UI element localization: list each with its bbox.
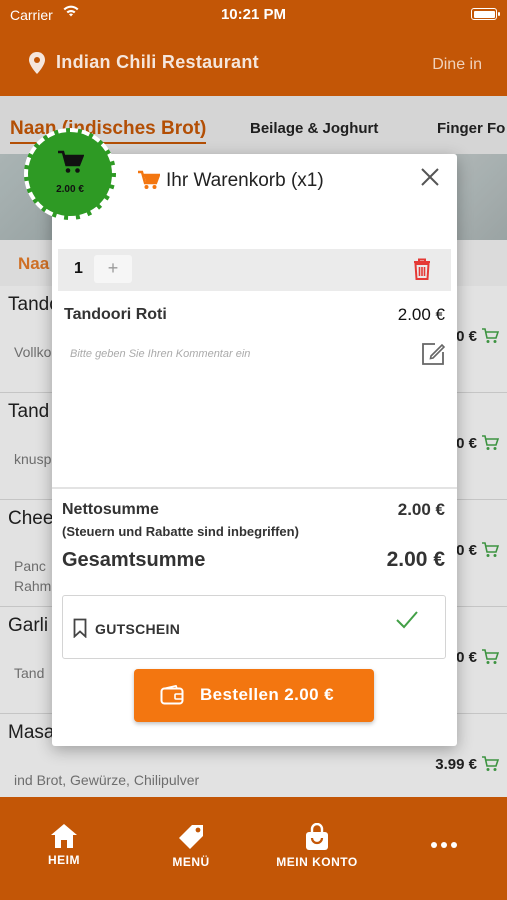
close-icon[interactable] (419, 166, 441, 188)
cart-icon (138, 170, 160, 189)
cart-item-quantity-row: 1 + (58, 249, 451, 291)
item-quantity: 1 (74, 260, 83, 277)
wallet-icon (160, 685, 184, 705)
edit-icon[interactable] (421, 342, 445, 366)
divider (52, 487, 457, 489)
nav-home[interactable]: HEIM (40, 823, 88, 867)
location-pin-icon (29, 52, 45, 74)
voucher-field[interactable]: GUTSCHEIN (62, 595, 446, 659)
dine-mode-toggle[interactable]: Dine in (432, 56, 482, 74)
app-header: Carrier 10:21 PM Indian Chili Restaurant… (0, 0, 507, 96)
nav-account[interactable]: MEIN KONTO (268, 823, 366, 869)
check-icon[interactable] (395, 610, 419, 630)
bookmark-icon (73, 618, 87, 638)
net-total-label: Nettosumme (62, 501, 159, 518)
net-total-value: 2.00 € (397, 500, 445, 519)
shopping-bag-icon (306, 823, 328, 850)
home-icon (51, 824, 77, 848)
order-button[interactable]: Bestellen 2.00 € (134, 669, 374, 722)
tag-icon (179, 825, 203, 849)
increase-quantity-button[interactable]: + (94, 255, 132, 283)
tax-note: (Steuern und Rabatte sind inbegriffen) (62, 524, 299, 539)
cart-item-price: 2.00 € (397, 305, 445, 324)
nav-more[interactable] (426, 841, 462, 853)
cart-badge-amount: 2.00 € (56, 184, 84, 195)
grand-total-value: 2.00 € (386, 548, 445, 571)
nav-account-label: MEIN KONTO (276, 855, 358, 869)
grand-total-label: Gesamtsumme (62, 549, 206, 571)
nav-menu[interactable]: MENÜ (165, 823, 217, 869)
cart-item-name: Tandoori Roti (64, 306, 167, 323)
more-icon (431, 842, 457, 848)
bottom-nav: HEIM MENÜ MEIN KONTO (0, 797, 507, 900)
comment-field[interactable]: Bitte geben Sie Ihren Kommentar ein (70, 348, 250, 360)
nav-home-label: HEIM (48, 853, 80, 867)
cart-icon (58, 150, 84, 173)
order-button-label: Bestellen 2.00 € (200, 685, 334, 704)
cart-total-badge[interactable]: 2.00 € (24, 128, 116, 220)
voucher-label: GUTSCHEIN (95, 621, 181, 637)
cart-modal: Ihr Warenkorb (x1) 1 + Tandoori Roti 2.0… (52, 154, 457, 746)
status-bar: Carrier 10:21 PM (0, 0, 507, 28)
restaurant-name: Indian Chili Restaurant (56, 52, 259, 72)
trash-icon[interactable] (413, 258, 431, 280)
clock: 10:21 PM (220, 6, 287, 23)
battery-icon (471, 8, 500, 20)
cart-modal-title: Ihr Warenkorb (x1) (166, 170, 324, 191)
nav-menu-label: MENÜ (172, 855, 210, 869)
